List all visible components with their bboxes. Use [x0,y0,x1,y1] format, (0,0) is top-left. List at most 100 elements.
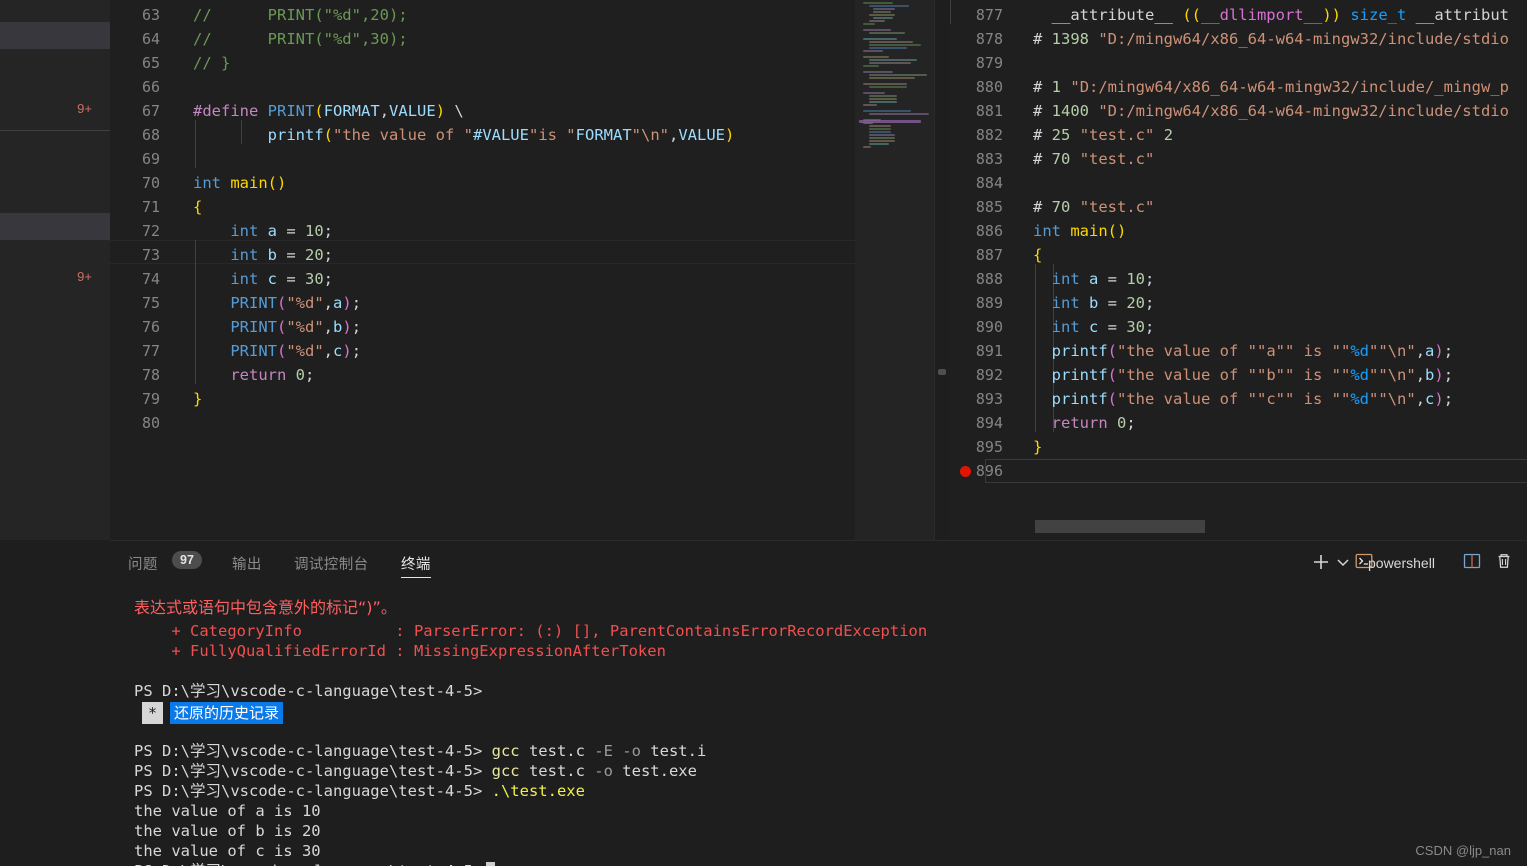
split-terminal-button[interactable] [1463,552,1481,574]
code-token: printf [193,126,324,144]
code-line[interactable]: PRINT("%d",b); [193,315,361,339]
terminal-output[interactable]: 表达式或语句中包含意外的标记“)”。 + CategoryInfo : Pars… [134,598,1524,866]
terminal-line: the value of b is 20 [134,821,321,841]
minimap[interactable] [855,0,935,540]
line-number: 890 [975,318,1003,336]
terminal-text: gcc [491,762,520,780]
line-number: 65 [141,54,160,72]
code-token: , [668,126,679,144]
code-line[interactable]: __attribute__ ((__dllimport__)) size_t _… [1033,3,1509,27]
code-line[interactable]: return 0; [1033,411,1136,435]
code-token: ( [1107,342,1118,360]
code-token: ; [351,294,362,312]
code-line[interactable]: # 70 "test.c" [1033,195,1154,219]
code-line[interactable]: int a = 10; [1033,267,1155,291]
code-line[interactable]: # 70 "test.c" [1033,147,1154,171]
code-token: 0 [295,366,306,384]
editor-splitter[interactable] [935,0,949,540]
code-token: "test.c" [1079,198,1155,216]
code-token: "b" [1257,366,1285,384]
code-token: ) [1434,342,1444,360]
code-token: "the value of " [1117,342,1257,360]
terminal-text: PS D:\学习\vscode-c-language\test-4-5> [134,762,492,780]
kill-terminal-button[interactable] [1495,552,1513,574]
code-line[interactable]: printf("the value of ""b"" is ""%d""\n",… [1033,363,1453,387]
code-line[interactable]: int b = 20; [1033,291,1155,315]
terminal-text: test.exe [612,762,697,780]
code-line[interactable]: printf("the value of ""a"" is ""%d""\n",… [1033,339,1453,363]
code-token: # [1033,198,1052,216]
panel-tab-1[interactable]: 输出 [232,553,262,574]
code-token: 0 [1117,414,1127,432]
code-line[interactable]: // PRINT("%d",20); [193,3,408,27]
code-line[interactable]: printf("the value of ""c"" is ""%d""\n",… [1033,387,1453,411]
code-line[interactable]: int c = 30; [1033,315,1155,339]
code-line[interactable]: printf("the value of "#VALUE"is "FORMAT"… [193,123,735,147]
code-token: "\n" [1378,342,1416,360]
code-token: ) [435,102,446,120]
horizontal-scrollbar-right[interactable] [1035,520,1205,533]
code-line[interactable]: int main() [1033,219,1126,243]
code-line[interactable]: int b = 20; [193,243,333,267]
code-line[interactable]: int main() [193,171,286,195]
code-line[interactable]: // } [193,51,230,75]
code-token: 70 [1051,150,1071,168]
code-line[interactable]: return 0; [193,363,314,387]
minimap-slider[interactable] [855,0,935,540]
code-token: __dllimport__ [1200,6,1323,24]
editor-pane-preprocessed[interactable]: 877 878 879 880 881 882 883 884 885 886 887 888 889 8… [949,0,1527,540]
panel-tab-bar[interactable]: 问题 97 输出 调试控制台 终端 [110,548,1210,586]
code-line[interactable]: PRINT("%d",c); [193,339,361,363]
code-line[interactable]: # 25 "test.c" 2 [1033,123,1173,147]
new-terminal-button[interactable] [1311,552,1331,576]
code-token: ( [277,342,287,360]
terminal-text: PS D:\学习\vscode-c-language\test-4-5> [134,782,492,800]
panel-tab-0[interactable]: 问题 [128,553,158,574]
code-line[interactable]: { [193,195,202,219]
line-number: 892 [975,366,1003,384]
explorer-sidebar[interactable]: 9+ 9+ [0,0,110,540]
sidebar-selected-row-1[interactable] [0,22,110,49]
line-number: 882 [975,126,1003,144]
code-token: ; [1145,270,1155,288]
code-line[interactable]: { [1033,243,1042,267]
code-token: c [1425,390,1435,408]
line-number: 895 [975,438,1003,456]
code-token: 1 [1051,78,1062,96]
line-number: 884 [975,174,1003,192]
panel-tab-2[interactable]: 调试控制台 [294,553,369,574]
code-line[interactable]: # 1398 "D:/mingw64/x86_64-w64-mingw32/in… [1033,27,1509,51]
panel-tab-3[interactable]: 终端 [401,553,431,574]
code-line[interactable]: PRINT("%d",a); [193,291,361,315]
line-number: 888 [975,270,1003,288]
code-line[interactable]: } [1033,435,1042,459]
editor-scrollbar-thumb[interactable] [938,369,946,375]
code-line[interactable]: // PRINT("%d",30); [193,27,408,51]
line-number: 887 [975,246,1003,264]
code-line[interactable]: # 1 "D:/mingw64/x86_64-w64-mingw32/inclu… [1033,75,1509,99]
history-restore-label[interactable]: 还原的历史记录 [170,702,284,724]
code-line[interactable]: # 1400 "D:/mingw64/x86_64-w64-mingw32/in… [1033,99,1509,123]
sidebar-selected-row-2[interactable] [0,213,110,240]
editor-pane-source[interactable]: 63 64 65 66 67 68 69 70 71 72 73 74 75 76 77 78 79 80 // … [110,0,935,540]
code-line[interactable]: #define PRINT(FORMAT,VALUE) \ [193,99,464,123]
code-line[interactable]: int c = 30; [193,267,333,291]
code-token: PRINT [267,102,315,120]
chevron-down-icon[interactable] [1335,552,1351,576]
code-token: "\n" [631,126,669,144]
code-token: "c" [1257,390,1285,408]
code-line[interactable]: int a = 10; [193,219,333,243]
code-token: } [1033,438,1043,456]
breakpoint-dot[interactable] [960,466,971,477]
terminal-line: 表达式或语句中包含意外的标记“)”。 [134,598,397,618]
code-line[interactable]: } [193,387,202,411]
panel-top-border [110,540,1527,541]
